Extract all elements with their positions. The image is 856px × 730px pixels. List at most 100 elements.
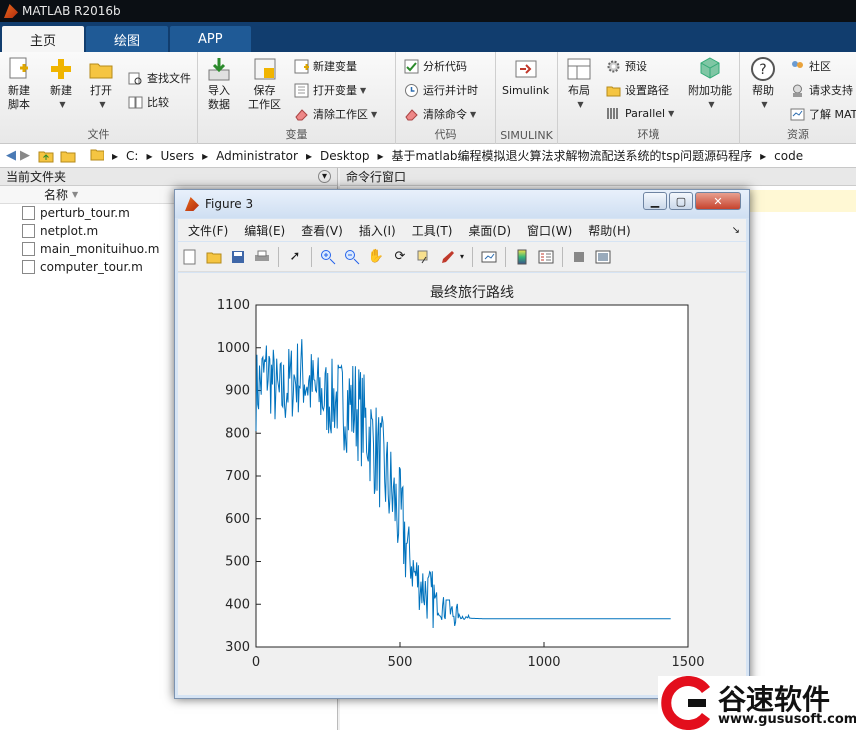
run-and-time-button[interactable]: 运行并计时 bbox=[404, 82, 478, 98]
new-script-button[interactable]: 新建 脚本 bbox=[6, 56, 32, 112]
addons-button[interactable]: 附加功能 ▼ bbox=[688, 56, 732, 112]
layout-button[interactable]: 布局 ▼ bbox=[566, 56, 592, 112]
breadcrumb-desktop[interactable]: Desktop bbox=[320, 149, 370, 163]
menu-insert[interactable]: 插入(I) bbox=[359, 222, 396, 239]
preferences-button[interactable]: 预设 bbox=[606, 58, 647, 74]
breadcrumb-code[interactable]: code bbox=[774, 149, 803, 163]
group-file: 新建 脚本 新建 ▼ 打开 ▼ 查找文件 比较 文件 bbox=[0, 52, 198, 144]
new-variable-icon bbox=[294, 59, 309, 73]
parallel-button[interactable]: Parallel ▼ bbox=[606, 106, 674, 121]
back-arrow-icon[interactable]: ◀ bbox=[6, 148, 16, 163]
menu-view[interactable]: 查看(V) bbox=[301, 222, 343, 239]
minimize-button[interactable]: ▁ bbox=[643, 192, 667, 210]
clear-workspace-label: 清除工作区 bbox=[313, 108, 368, 121]
file-name: main_monituihuo.m bbox=[40, 242, 160, 256]
browse-folder-icon[interactable] bbox=[60, 149, 76, 163]
find-files-icon bbox=[128, 72, 142, 84]
group-environment: 布局 ▼ 预设 设置路径 Parallel ▼ 附加功能 ▼ 环境 bbox=[558, 52, 740, 144]
new-script-label: 新建 脚本 bbox=[8, 84, 30, 111]
new-button[interactable]: 新建 ▼ bbox=[48, 56, 74, 112]
chart-title: 最终旅行路线 bbox=[430, 285, 514, 301]
maximize-icon: ▢ bbox=[675, 194, 687, 208]
community-button[interactable]: 社区 bbox=[790, 58, 831, 74]
new-figure-icon[interactable] bbox=[181, 248, 199, 266]
chevron-down-icon[interactable]: ▾ bbox=[460, 252, 464, 261]
toolbar-separator bbox=[562, 246, 564, 267]
matlab-logo-icon bbox=[4, 4, 18, 18]
y-tick-label: 500 bbox=[225, 555, 250, 570]
toolbar-separator bbox=[311, 246, 312, 267]
new-variable-button[interactable]: 新建变量 bbox=[294, 58, 357, 74]
save-icon[interactable] bbox=[229, 248, 247, 266]
m-file-icon bbox=[22, 242, 35, 256]
watermark-logo-icon bbox=[661, 676, 711, 730]
legend-icon[interactable] bbox=[537, 248, 555, 266]
breadcrumb-sep: ▸ bbox=[760, 148, 767, 163]
simulink-button[interactable]: Simulink bbox=[502, 56, 549, 98]
chevron-down-icon: ▼ bbox=[470, 109, 477, 119]
tab-plots[interactable]: 绘图 bbox=[86, 26, 169, 52]
y-tick-label: 800 bbox=[225, 426, 250, 441]
group-code: 分析代码 运行并计时 清除命令 ▼ 代码 bbox=[396, 52, 496, 144]
x-tick-label: 1000 bbox=[527, 655, 560, 670]
address-bar: ◀ ▶ ▸ C: ▸ Users ▸ Administrator ▸ Deskt… bbox=[0, 144, 856, 168]
panel-menu-icon[interactable]: ▾ bbox=[318, 170, 331, 183]
save-workspace-button[interactable]: 保存 工作区 bbox=[248, 56, 281, 112]
set-path-button[interactable]: 设置路径 bbox=[606, 82, 669, 98]
forward-arrow-icon[interactable]: ▶ bbox=[20, 148, 30, 163]
show-plot-tools-icon[interactable] bbox=[594, 248, 612, 266]
layout-icon bbox=[567, 58, 591, 80]
edit-plot-cursor-icon[interactable]: ➚ bbox=[286, 248, 304, 266]
menu-file[interactable]: 文件(F) bbox=[188, 222, 228, 239]
figure-menubar: 文件(F) 编辑(E) 查看(V) 插入(I) 工具(T) 桌面(D) 窗口(W… bbox=[178, 219, 746, 241]
analyze-code-button[interactable]: 分析代码 bbox=[404, 58, 467, 74]
help-button[interactable]: ? 帮助 ▼ bbox=[750, 56, 776, 112]
tab-home[interactable]: 主页 bbox=[2, 26, 85, 52]
brush-icon[interactable] bbox=[439, 248, 457, 266]
up-folder-icon[interactable] bbox=[38, 149, 54, 163]
community-icon bbox=[792, 60, 803, 68]
menu-desktop[interactable]: 桌面(D) bbox=[468, 222, 511, 239]
rotate-3d-icon[interactable]: ⟳ bbox=[391, 248, 409, 266]
figure-canvas[interactable]: 最终旅行路线 0 500 1000 1500 300 400 500 600 700 800 900 1… bbox=[178, 273, 746, 695]
zoom-in-icon[interactable] bbox=[319, 248, 337, 266]
breadcrumb-administrator[interactable]: Administrator bbox=[216, 149, 298, 163]
addons-icon bbox=[700, 57, 720, 79]
compare-icon bbox=[128, 96, 143, 108]
breadcrumb-drive[interactable]: C: bbox=[126, 149, 138, 163]
print-icon[interactable] bbox=[253, 248, 271, 266]
pan-hand-icon[interactable]: ✋ bbox=[367, 248, 385, 266]
open-file-icon[interactable] bbox=[205, 248, 223, 266]
compare-button[interactable]: 比较 bbox=[128, 94, 169, 110]
import-data-button[interactable]: 导入 数据 bbox=[206, 56, 232, 112]
link-plot-icon[interactable] bbox=[480, 248, 498, 266]
menu-tools[interactable]: 工具(T) bbox=[412, 222, 453, 239]
m-file-icon bbox=[22, 206, 35, 220]
maximize-button[interactable]: ▢ bbox=[669, 192, 693, 210]
menu-edit[interactable]: 编辑(E) bbox=[244, 222, 285, 239]
menu-help[interactable]: 帮助(H) bbox=[588, 222, 630, 239]
close-icon: ✕ bbox=[713, 194, 723, 208]
figure-toolbar: ➚ ✋ ⟳ ▾ bbox=[178, 242, 746, 272]
chevron-down-icon: ▼ bbox=[668, 109, 675, 118]
tab-apps[interactable]: APP bbox=[170, 26, 251, 52]
menu-window[interactable]: 窗口(W) bbox=[527, 222, 572, 239]
data-cursor-icon[interactable] bbox=[415, 248, 433, 266]
colorbar-icon[interactable] bbox=[513, 248, 531, 266]
svg-text:?: ? bbox=[759, 62, 766, 78]
hide-plot-tools-icon[interactable] bbox=[570, 248, 588, 266]
learn-matlab-button[interactable]: 了解 MAT bbox=[790, 106, 856, 122]
close-button[interactable]: ✕ bbox=[695, 192, 741, 210]
help-icon: ? bbox=[751, 57, 775, 81]
chevron-down-icon: ▼ bbox=[360, 85, 367, 95]
find-files-button[interactable]: 查找文件 bbox=[128, 70, 191, 86]
clear-workspace-button[interactable]: 清除工作区 ▼ bbox=[294, 106, 377, 122]
request-support-button[interactable]: 请求支持 bbox=[790, 82, 853, 98]
zoom-out-icon[interactable] bbox=[343, 248, 361, 266]
clear-commands-button[interactable]: 清除命令 ▼ bbox=[404, 106, 476, 122]
open-variable-button[interactable]: 打开变量 ▼ bbox=[294, 82, 366, 98]
menu-overflow-icon[interactable]: ↘ bbox=[732, 225, 740, 236]
breadcrumb-users[interactable]: Users bbox=[160, 149, 194, 163]
breadcrumb-project[interactable]: 基于matlab编程模拟退火算法求解物流配送系统的tsp问题源码程序 bbox=[392, 147, 753, 164]
open-button[interactable]: 打开 ▼ bbox=[88, 56, 114, 112]
